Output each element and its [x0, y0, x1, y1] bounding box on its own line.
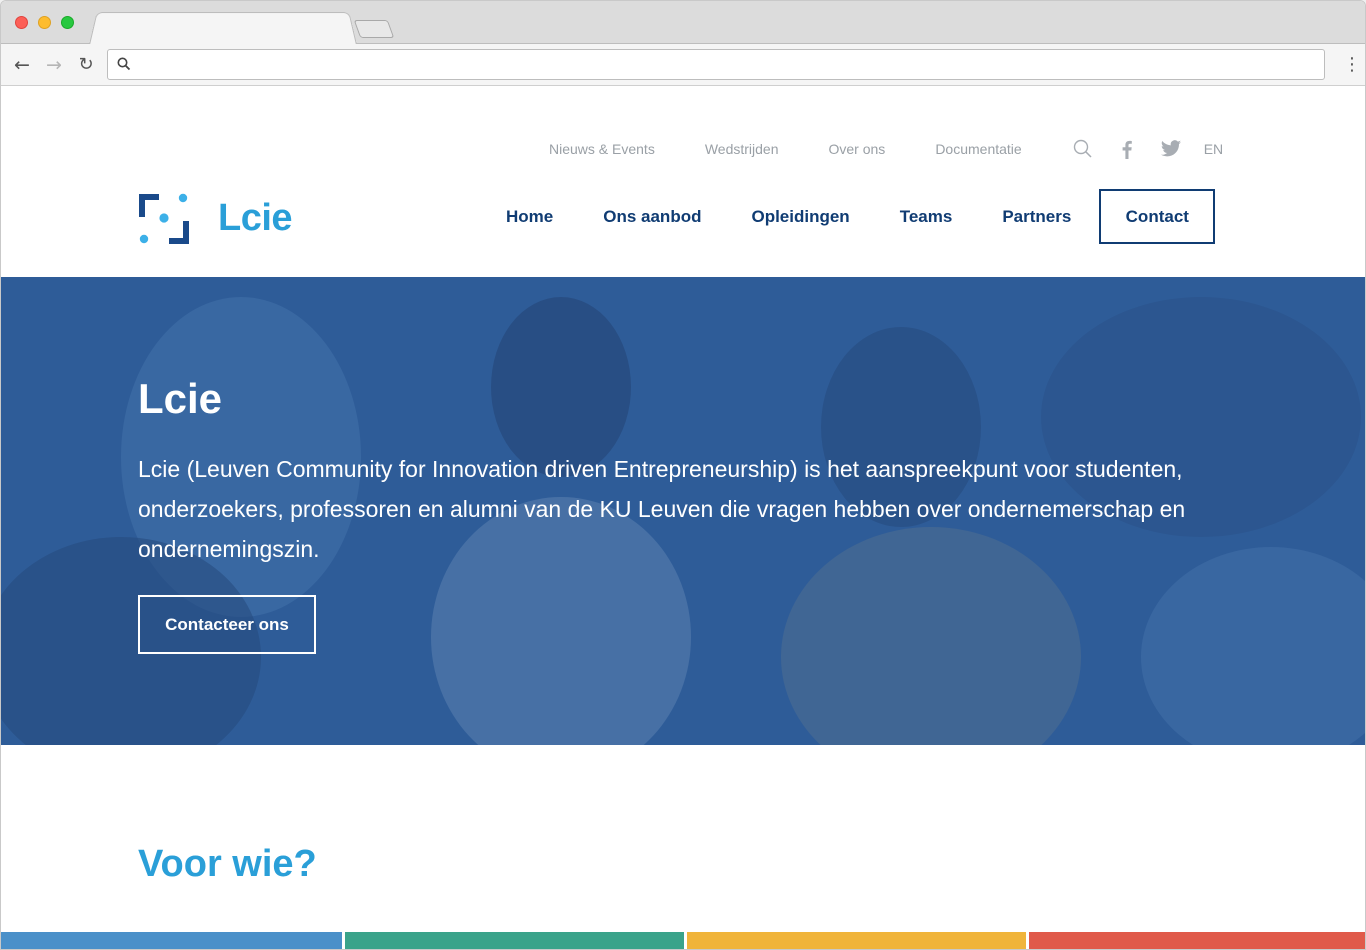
nav-item-partners[interactable]: Partners	[1002, 207, 1071, 227]
nav-item-home[interactable]: Home	[506, 207, 553, 227]
close-window-button[interactable]	[15, 16, 28, 29]
minimize-window-button[interactable]	[38, 16, 51, 29]
search-icon[interactable]	[1072, 138, 1094, 160]
topnav-item-nieuws-events[interactable]: Nieuws & Events	[549, 141, 655, 157]
audience-tile[interactable]	[687, 932, 1026, 949]
site-logo[interactable]: Lcie	[138, 193, 308, 245]
contacteer-ons-button[interactable]: Contacteer ons	[138, 595, 316, 654]
nav-item-opleidingen[interactable]: Opleidingen	[751, 207, 849, 227]
nav-item-ons-aanbod[interactable]: Ons aanbod	[603, 207, 701, 227]
audience-tile[interactable]	[345, 932, 684, 949]
browser-window: ← → ↻ ⋮ Nieuws & Events Wedstrijden Over…	[0, 0, 1366, 950]
hero-description: Lcie (Leuven Community for Innovation dr…	[138, 456, 1186, 562]
tab-bar	[1, 1, 1365, 45]
browser-menu-icon[interactable]: ⋮	[1343, 53, 1361, 77]
audience-tile[interactable]	[1, 932, 342, 949]
nav-item-teams[interactable]: Teams	[900, 207, 953, 227]
browser-toolbar: ← → ↻ ⋮	[1, 44, 1365, 86]
lcie-logo-mark	[139, 193, 189, 244]
maximize-window-button[interactable]	[61, 16, 74, 29]
address-bar[interactable]	[107, 49, 1325, 80]
twitter-icon[interactable]	[1160, 138, 1182, 160]
hero-banner: Lcie Lcie (Leuven Community for Innovati…	[1, 277, 1365, 745]
web-page: Nieuws & Events Wedstrijden Over ons Doc…	[1, 87, 1365, 949]
logo-wordmark: Lcie	[218, 197, 293, 239]
browser-tab[interactable]	[89, 12, 357, 45]
forward-arrow-icon[interactable]: →	[42, 53, 66, 77]
section-title-voor-wie: Voor wie?	[138, 843, 317, 885]
hero-title: Lcie	[138, 375, 223, 422]
language-switch-en[interactable]: EN	[1204, 141, 1223, 157]
new-tab-button[interactable]	[353, 20, 395, 38]
back-arrow-icon[interactable]: ←	[10, 53, 34, 77]
main-nav: Home Ons aanbod Opleidingen Teams Partne…	[506, 189, 1216, 244]
facebook-icon[interactable]	[1116, 138, 1138, 160]
audience-tiles	[1, 932, 1365, 949]
topnav-item-documentatie[interactable]: Documentatie	[935, 141, 1021, 157]
top-utility-nav: Nieuws & Events Wedstrijden Over ons Doc…	[549, 139, 1223, 159]
contact-button[interactable]: Contact	[1099, 189, 1216, 244]
reload-icon[interactable]: ↻	[74, 53, 98, 77]
search-icon	[117, 57, 131, 71]
topnav-item-over-ons[interactable]: Over ons	[829, 141, 886, 157]
audience-tile[interactable]	[1029, 932, 1365, 949]
topnav-item-wedstrijden[interactable]: Wedstrijden	[705, 141, 779, 157]
